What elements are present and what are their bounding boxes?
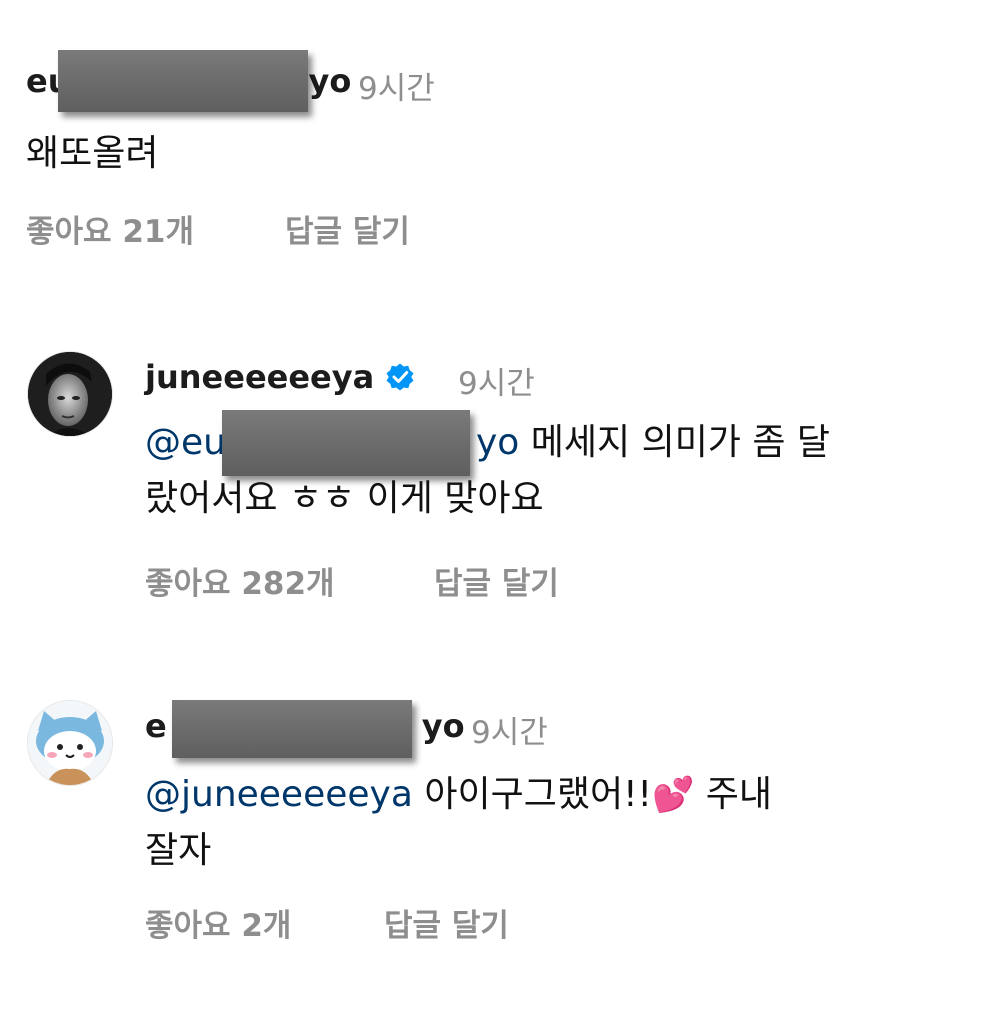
comment-3-text-1: 아이구그랬어!! (424, 774, 652, 815)
verified-badge-icon (386, 363, 414, 391)
comment-1-text: 왜또올려 (26, 133, 159, 174)
comment-1-reply-button[interactable]: 답글 달기 (285, 206, 410, 251)
avatar[interactable] (27, 351, 113, 437)
comment-3-time: 9시간 (471, 715, 548, 751)
comment-1-like-count[interactable]: 좋아요 21개 (26, 206, 194, 251)
comment-3-text-1-end: 주내 (705, 774, 772, 815)
comment-2-text-1: 메세지 의미가 좀 달 (530, 422, 831, 463)
avatar[interactable] (27, 700, 113, 786)
comment-1-time: 9시간 (358, 71, 435, 107)
mention-visible-start: @eu (145, 422, 226, 463)
redaction-box (58, 50, 308, 112)
redaction-box (172, 700, 412, 758)
comment-3-like-count[interactable]: 좋아요 2개 (145, 900, 291, 945)
redaction-box (222, 410, 470, 476)
username-visible-end: yo (308, 62, 352, 100)
comment-2-time: 9시간 (458, 366, 535, 402)
two-hearts-icon: 💕 (651, 775, 695, 815)
username-visible-end: yo (421, 707, 465, 745)
avatar-cat-character-icon (28, 701, 112, 785)
comment-3-text-line-2: 잘자 (145, 830, 212, 871)
username-text: juneeeeeeya (145, 358, 375, 396)
comment-2-text-line-2: 랐어서요 ㅎㅎ 이게 맞아요 (145, 478, 544, 519)
mention-link[interactable]: @juneeeeeeya (145, 774, 413, 815)
mention-visible-end: yo (475, 422, 520, 463)
avatar-portrait-icon (28, 352, 112, 436)
username-visible-start: e (145, 707, 167, 745)
comment-2-like-count[interactable]: 좋아요 282개 (145, 558, 335, 603)
comment-2-username[interactable]: juneeeeeeya (145, 358, 415, 396)
comment-3-reply-button[interactable]: 답글 달기 (384, 900, 509, 945)
comment-2-reply-button[interactable]: 답글 달기 (434, 558, 559, 603)
comment-3-text-line-1: @juneeeeeeya 아이구그랬어!!💕 주내 (145, 766, 772, 824)
